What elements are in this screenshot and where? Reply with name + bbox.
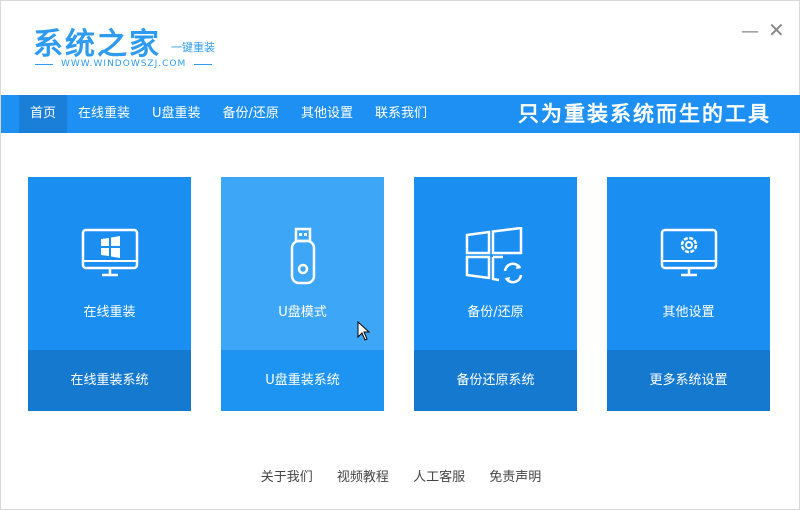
card-other-settings[interactable]: 其他设置 更多系统设置 [607,177,770,411]
card-label: 其他设置 [662,305,715,320]
logo-url-text: WWW.WINDOWSZJ.COM [61,59,187,69]
close-button[interactable]: ✕ [768,20,785,40]
monitor-windows-icon [28,227,191,287]
card-online-reinstall[interactable]: 在线重装 在线重装系统 [28,177,191,411]
windows-restore-icon [414,227,577,287]
mouse-cursor-icon [357,320,371,345]
card-action[interactable]: 在线重装系统 [28,350,191,411]
footer-link-support[interactable]: 人工客服 [413,470,465,485]
logo-slogan: 一键重装 [171,41,215,54]
nav-item-backup-restore[interactable]: 备份/还原 [212,95,290,133]
nav-tagline: 只为重装系统而生的工具 [518,102,771,126]
card-action[interactable]: 更多系统设置 [607,350,770,411]
nav-item-contact[interactable]: 联系我们 [364,95,438,133]
logo: 系统之家 一键重装 WWW.WINDOWSZJ.COM [33,19,215,69]
card-top[interactable]: 备份/还原 [414,177,577,350]
card-top[interactable]: 在线重装 [28,177,191,350]
card-label: 备份/还原 [467,305,524,320]
card-usb-mode[interactable]: U盘模式 U盘重装系统 [221,177,384,411]
footer-link-about[interactable]: 关于我们 [261,470,313,485]
dash-right [194,63,213,65]
footer: 关于我们 视频教程 人工客服 免责声明 [1,466,800,485]
nav-item-usb-reinstall[interactable]: U盘重装 [141,95,212,133]
footer-link-video-tutorial[interactable]: 视频教程 [337,470,389,485]
logo-text: 系统之家 [33,27,161,62]
card-backup-restore[interactable]: 备份/还原 备份还原系统 [414,177,577,411]
card-action[interactable]: U盘重装系统 [221,350,384,411]
card-action[interactable]: 备份还原系统 [414,350,577,411]
nav-item-other-settings[interactable]: 其他设置 [290,95,364,133]
usb-drive-icon [221,227,384,287]
logo-url: WWW.WINDOWSZJ.COM [35,59,225,69]
minimize-button[interactable]: — [741,23,759,41]
app-window: 系统之家 一键重装 WWW.WINDOWSZJ.COM — ✕ 首页 在线重装 … [0,0,800,510]
card-label: U盘模式 [278,305,327,320]
dash-left [35,63,53,65]
card-top[interactable]: 其他设置 [607,177,770,350]
footer-link-disclaimer[interactable]: 免责声明 [489,470,541,485]
nav-bar: 首页 在线重装 U盘重装 备份/还原 其他设置 联系我们 只为重装系统而生的工具 [1,95,800,133]
monitor-gear-icon [607,227,770,287]
nav-item-home[interactable]: 首页 [19,95,68,133]
card-label: 在线重装 [83,305,136,320]
nav-item-online-reinstall[interactable]: 在线重装 [67,95,141,133]
